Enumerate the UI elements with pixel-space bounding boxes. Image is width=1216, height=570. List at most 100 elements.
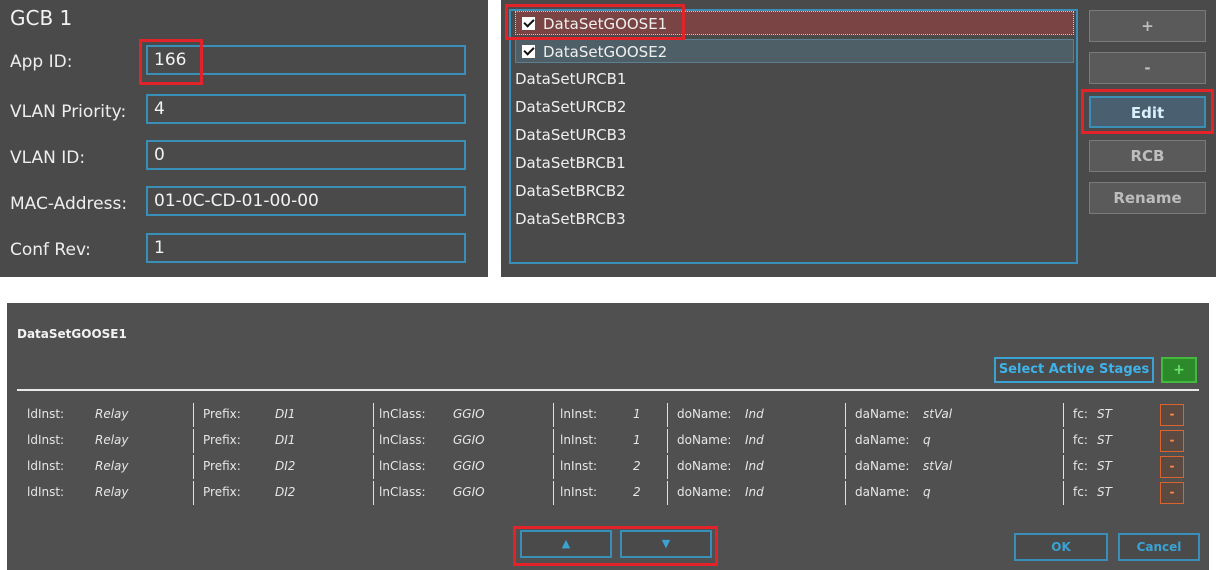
gcb-title: GCB 1 <box>10 6 73 30</box>
delete-entry-button[interactable]: - <box>1160 430 1184 452</box>
lninst-label: lnInst: <box>560 485 598 499</box>
list-item-dataset-urcb1[interactable]: DataSetURCB1 <box>515 67 1074 91</box>
doname-label: doName: <box>677 407 732 421</box>
list-item-dataset-goose2[interactable]: DataSetGOOSE2 <box>515 39 1074 63</box>
column-separator <box>1063 481 1064 505</box>
column-separator <box>667 455 668 479</box>
column-separator <box>193 481 194 505</box>
lninst-value: 2 <box>633 459 641 473</box>
prefix-value: DI1 <box>275 433 296 447</box>
datasets-panel: DataSetGOOSE1 DataSetGOOSE2 DataSetURCB1… <box>501 0 1216 277</box>
prefix-label: Prefix: <box>203 459 241 473</box>
lninst-label: lnInst: <box>560 459 598 473</box>
column-separator <box>1063 403 1064 427</box>
add-dataset-button[interactable]: + <box>1089 10 1206 42</box>
select-active-stages-button[interactable]: Select Active Stages <box>994 357 1154 383</box>
daname-label: daName: <box>855 485 910 499</box>
column-separator <box>667 403 668 427</box>
conf-rev-input[interactable]: 1 <box>146 233 466 263</box>
delete-entry-button[interactable]: - <box>1160 482 1184 504</box>
list-item-label: DataSetURCB2 <box>515 98 627 116</box>
edit-button-highlight <box>1081 89 1214 134</box>
ok-button[interactable]: OK <box>1014 533 1108 561</box>
column-separator <box>193 403 194 427</box>
ldinst-value: Relay <box>95 459 129 473</box>
fc-label: fc: <box>1073 459 1088 473</box>
conf-rev-label: Conf Rev: <box>10 240 91 260</box>
daname-label: daName: <box>855 459 910 473</box>
ldinst-label: ldInst: <box>27 433 65 447</box>
vlan-priority-input[interactable]: 4 <box>146 94 466 124</box>
list-item-dataset-brcb1[interactable]: DataSetBRCB1 <box>515 151 1074 175</box>
doname-label: doName: <box>677 433 732 447</box>
column-separator <box>667 429 668 453</box>
daname-label: daName: <box>855 433 910 447</box>
cancel-button[interactable]: Cancel <box>1118 533 1200 561</box>
lninst-label: lnInst: <box>560 407 598 421</box>
prefix-value: DI1 <box>275 407 296 421</box>
move-up-button[interactable]: ▲ <box>520 530 612 558</box>
rename-dataset-button[interactable]: Rename <box>1089 182 1206 214</box>
lnclass-value: GGIO <box>453 485 485 499</box>
column-separator <box>553 481 554 505</box>
mac-address-input[interactable]: 01-0C-CD-01-00-00 <box>146 186 466 216</box>
remove-dataset-button[interactable]: - <box>1089 52 1206 84</box>
ldinst-value: Relay <box>95 433 129 447</box>
app-id-highlight <box>139 39 203 85</box>
divider <box>17 389 1199 391</box>
gcb-settings-panel: GCB 1 App ID: 166 VLAN Priority: 4 VLAN … <box>0 0 488 277</box>
list-item-label: DataSetBRCB3 <box>515 210 626 228</box>
doname-value: Ind <box>745 485 764 499</box>
list-item-dataset-brcb3[interactable]: DataSetBRCB3 <box>515 207 1074 231</box>
lnclass-label: lnClass: <box>379 485 426 499</box>
column-separator <box>373 403 374 427</box>
dataset-list[interactable]: DataSetGOOSE1 DataSetGOOSE2 DataSetURCB1… <box>509 9 1078 264</box>
delete-entry-button[interactable]: - <box>1160 404 1184 426</box>
list-item-dataset-brcb2[interactable]: DataSetBRCB2 <box>515 179 1074 203</box>
ldinst-label: ldInst: <box>27 407 65 421</box>
column-separator <box>193 455 194 479</box>
daname-label: daName: <box>855 407 910 421</box>
prefix-value: DI2 <box>275 459 296 473</box>
rcb-button[interactable]: RCB <box>1089 140 1206 172</box>
checkbox-checked-icon[interactable] <box>522 45 535 58</box>
dataset-editor-panel: DataSetGOOSE1 Select Active Stages + ldI… <box>7 303 1209 570</box>
doname-value: Ind <box>745 459 764 473</box>
doname-label: doName: <box>677 459 732 473</box>
prefix-value: DI2 <box>275 485 296 499</box>
prefix-label: Prefix: <box>203 485 241 499</box>
list-item-label: DataSetGOOSE2 <box>543 43 668 61</box>
list-item-dataset-urcb2[interactable]: DataSetURCB2 <box>515 95 1074 119</box>
add-entry-button[interactable]: + <box>1161 357 1197 383</box>
move-down-button[interactable]: ▼ <box>620 530 712 558</box>
column-separator <box>845 403 846 427</box>
column-separator <box>845 455 846 479</box>
lninst-value: 1 <box>633 433 641 447</box>
fc-label: fc: <box>1073 433 1088 447</box>
fc-label: fc: <box>1073 485 1088 499</box>
ldinst-value: Relay <box>95 407 129 421</box>
daname-value: q <box>923 485 931 499</box>
lnclass-value: GGIO <box>453 433 485 447</box>
column-separator <box>553 403 554 427</box>
lnclass-label: lnClass: <box>379 433 426 447</box>
column-separator <box>553 455 554 479</box>
ldinst-value: Relay <box>95 485 129 499</box>
vlan-id-input[interactable]: 0 <box>146 140 466 170</box>
ldinst-label: ldInst: <box>27 485 65 499</box>
fc-label: fc: <box>1073 407 1088 421</box>
column-separator <box>373 481 374 505</box>
doname-value: Ind <box>745 407 764 421</box>
column-separator <box>553 429 554 453</box>
list-item-label: DataSetBRCB2 <box>515 182 626 200</box>
lnclass-label: lnClass: <box>379 459 426 473</box>
list-item-label: DataSetURCB3 <box>515 126 627 144</box>
list-item-dataset-urcb3[interactable]: DataSetURCB3 <box>515 123 1074 147</box>
list-item-label: DataSetBRCB1 <box>515 154 626 172</box>
daname-value: q <box>923 433 931 447</box>
ldinst-label: ldInst: <box>27 459 65 473</box>
fc-value: ST <box>1097 433 1112 447</box>
daname-value: stVal <box>923 459 953 473</box>
delete-entry-button[interactable]: - <box>1160 456 1184 478</box>
prefix-label: Prefix: <box>203 407 241 421</box>
